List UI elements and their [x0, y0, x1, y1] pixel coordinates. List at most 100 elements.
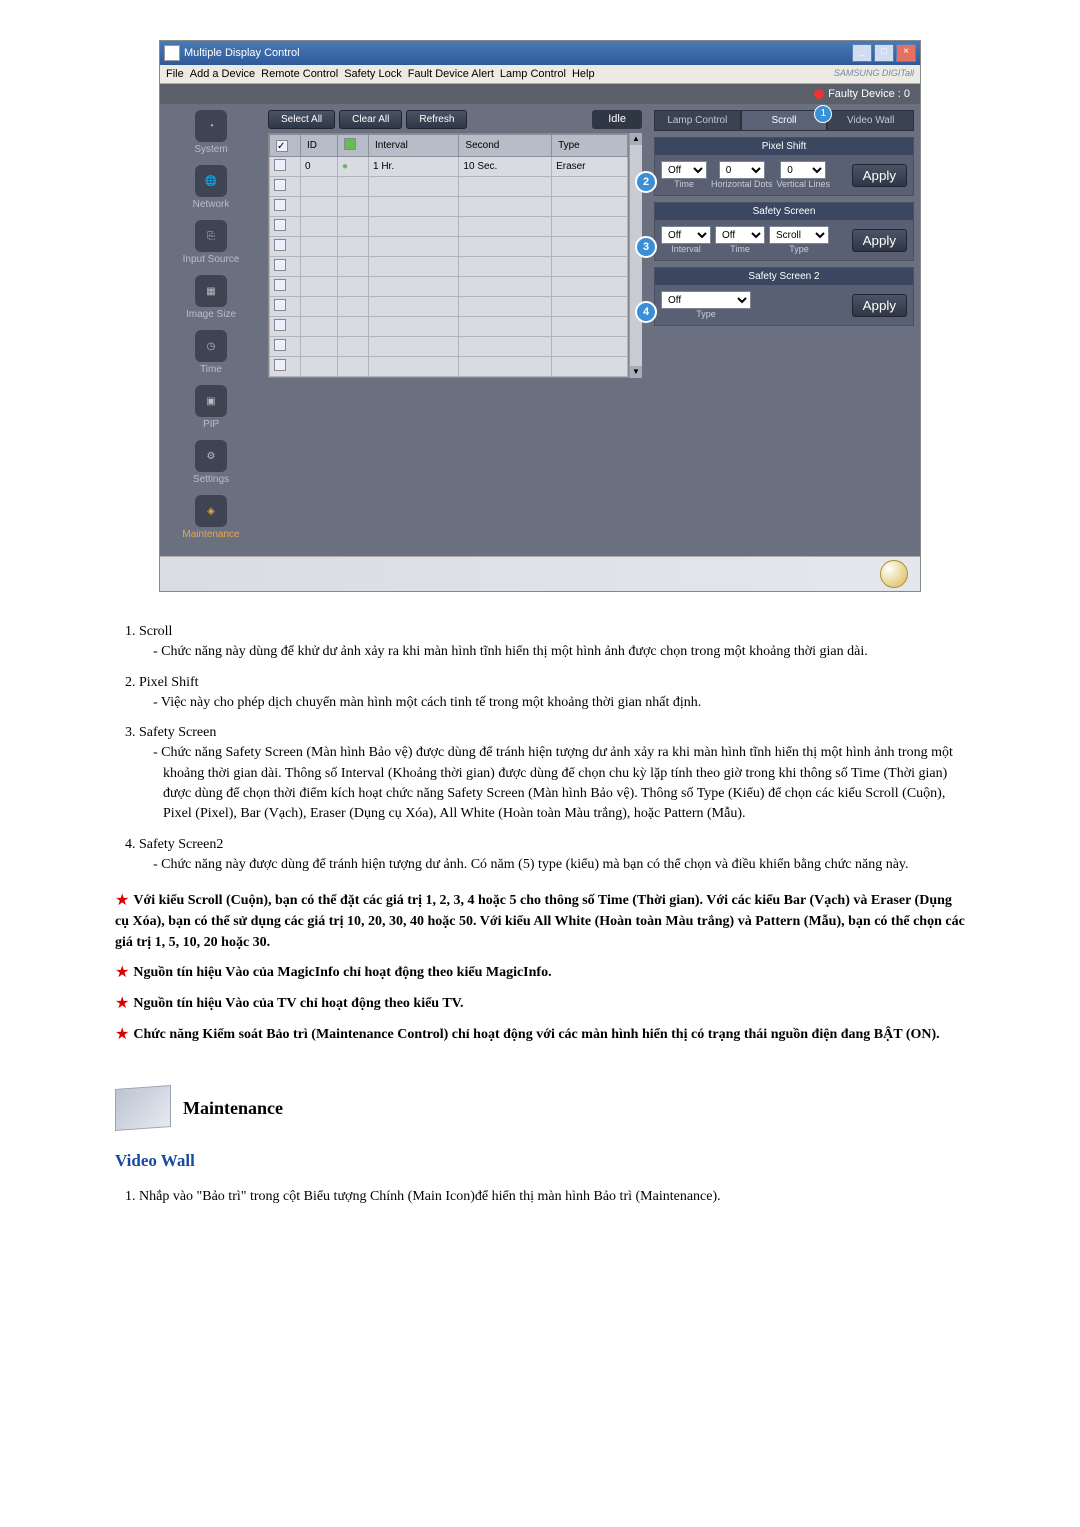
workarea: ◔System 🌐Network ⎘Input Source ▦Image Si… [160, 104, 920, 556]
item-heading: Scroll [139, 624, 172, 639]
table-row[interactable] [270, 297, 628, 317]
table-row[interactable]: 0 ● 1 Hr. 10 Sec. Eraser [270, 157, 628, 177]
sidebar-item-pip[interactable]: ▣PIP [166, 385, 256, 430]
panel-title: Safety Screen 2 [655, 268, 913, 285]
sidebar-item-network[interactable]: 🌐Network [166, 165, 256, 210]
pixel-shift-hdots-select[interactable]: 0 [719, 161, 765, 179]
row-checkbox[interactable] [274, 199, 286, 211]
star-icon: ★ [115, 964, 129, 981]
sidebar-item-maintenance[interactable]: ◈Maintenance [166, 495, 256, 540]
sidebar-label: Maintenance [182, 529, 239, 540]
pip-icon: ▣ [195, 385, 227, 417]
table-row[interactable] [270, 217, 628, 237]
checkbox-header-icon[interactable]: ✓ [276, 140, 288, 152]
close-button[interactable]: × [896, 44, 916, 62]
row-checkbox[interactable] [274, 279, 286, 291]
table-row[interactable] [270, 237, 628, 257]
star-icon: ★ [115, 892, 129, 909]
row-checkbox[interactable] [274, 219, 286, 231]
status-ok-icon: ● [342, 161, 348, 172]
menu-safety-lock[interactable]: Safety Lock [344, 68, 401, 80]
sidebar: ◔System 🌐Network ⎘Input Source ▦Image Si… [160, 104, 262, 556]
row-checkbox[interactable] [274, 259, 286, 271]
info-icon[interactable] [880, 560, 908, 588]
document-body: Scroll - Chức năng này dùng để khử dư ản… [115, 622, 965, 1208]
scroll-up-icon[interactable]: ▲ [630, 133, 642, 145]
label-horizontal-dots: Horizontal Dots [711, 179, 773, 189]
row-checkbox[interactable] [274, 319, 286, 331]
menu-fault-alert[interactable]: Fault Device Alert [408, 68, 494, 80]
row-checkbox[interactable] [274, 179, 286, 191]
table-row[interactable] [270, 357, 628, 377]
list-item: Safety Screen2 - Chức năng này được dùng… [139, 835, 965, 876]
maintenance-heading: Maintenance [183, 1095, 283, 1121]
titlebar: Multiple Display Control _ □ × [160, 41, 920, 65]
menu-file[interactable]: File [166, 68, 184, 80]
apply-button[interactable]: Apply [852, 164, 907, 187]
safety2-type-select[interactable]: Off [661, 291, 751, 309]
col-interval[interactable]: Interval [369, 135, 459, 157]
tab-video-wall[interactable]: Video Wall [827, 110, 914, 131]
item-text: Chức năng Safety Screen (Màn hình Bảo vệ… [161, 745, 953, 821]
app-window: Multiple Display Control _ □ × File Add … [159, 40, 921, 592]
table-row[interactable] [270, 257, 628, 277]
safety-time-select[interactable]: Off [715, 226, 765, 244]
panel-pixel-shift: Pixel Shift Off Time 0 Horizontal Dots 0… [654, 137, 914, 196]
menu-help[interactable]: Help [572, 68, 595, 80]
col-type[interactable]: Type [552, 135, 628, 157]
star-icon: ★ [115, 995, 129, 1012]
item-text: Chức năng này dùng để khử dư ảnh xảy ra … [161, 644, 868, 659]
tab-lamp-control[interactable]: Lamp Control [654, 110, 741, 131]
menu-remote-control[interactable]: Remote Control [261, 68, 338, 80]
section-heading: Video Wall [115, 1149, 965, 1174]
tab-scroll[interactable]: Scroll1 [741, 110, 828, 131]
safety-type-select[interactable]: Scroll [769, 226, 829, 244]
sidebar-label: Network [193, 199, 230, 210]
gear-icon: ⚙ [195, 440, 227, 472]
device-table: ✓ ID Interval Second Type 0 ● 1 Hr. [268, 133, 629, 378]
clear-all-button[interactable]: Clear All [339, 110, 402, 129]
scroll-down-icon[interactable]: ▼ [630, 366, 642, 378]
table-row[interactable] [270, 197, 628, 217]
apply-button[interactable]: Apply [852, 229, 907, 252]
row-checkbox[interactable] [274, 359, 286, 371]
panel-title: Pixel Shift [655, 138, 913, 155]
row-checkbox[interactable] [274, 239, 286, 251]
safety-interval-select[interactable]: Off [661, 226, 711, 244]
sidebar-item-time[interactable]: ◷Time [166, 330, 256, 375]
note-item: ★Chức năng Kiểm soát Bảo trì (Maintenanc… [115, 1023, 965, 1046]
table-row[interactable] [270, 317, 628, 337]
footer-bar [160, 556, 920, 591]
refresh-button[interactable]: Refresh [406, 110, 467, 129]
apply-button[interactable]: Apply [852, 294, 907, 317]
row-checkbox[interactable] [274, 339, 286, 351]
idle-indicator: Idle [592, 110, 642, 129]
sidebar-item-system[interactable]: ◔System [166, 110, 256, 155]
sidebar-label: Image Size [186, 309, 236, 320]
minimize-button[interactable]: _ [852, 44, 872, 62]
sidebar-item-input-source[interactable]: ⎘Input Source [166, 220, 256, 265]
pixel-shift-vlines-select[interactable]: 0 [780, 161, 826, 179]
maximize-button[interactable]: □ [874, 44, 894, 62]
list-item: Safety Screen - Chức năng Safety Screen … [139, 723, 965, 824]
panel-title: Safety Screen [655, 203, 913, 220]
table-row[interactable] [270, 337, 628, 357]
sidebar-label: Input Source [183, 254, 240, 265]
cell-id: 0 [301, 157, 338, 177]
table-row[interactable] [270, 277, 628, 297]
pixel-shift-time-select[interactable]: Off [661, 161, 707, 179]
sidebar-item-image-size[interactable]: ▦Image Size [166, 275, 256, 320]
menu-add-device[interactable]: Add a Device [190, 68, 255, 80]
col-second[interactable]: Second [459, 135, 552, 157]
note-item: ★Với kiểu Scroll (Cuộn), bạn có thể đặt … [115, 889, 965, 953]
select-all-button[interactable]: Select All [268, 110, 335, 129]
label-interval: Interval [671, 244, 701, 254]
table-row[interactable] [270, 177, 628, 197]
menu-lamp-control[interactable]: Lamp Control [500, 68, 566, 80]
sidebar-item-settings[interactable]: ⚙Settings [166, 440, 256, 485]
col-id[interactable]: ID [301, 135, 338, 157]
row-checkbox[interactable] [274, 159, 286, 171]
label-type: Type [696, 309, 716, 319]
item-heading: Safety Screen2 [139, 837, 223, 852]
row-checkbox[interactable] [274, 299, 286, 311]
